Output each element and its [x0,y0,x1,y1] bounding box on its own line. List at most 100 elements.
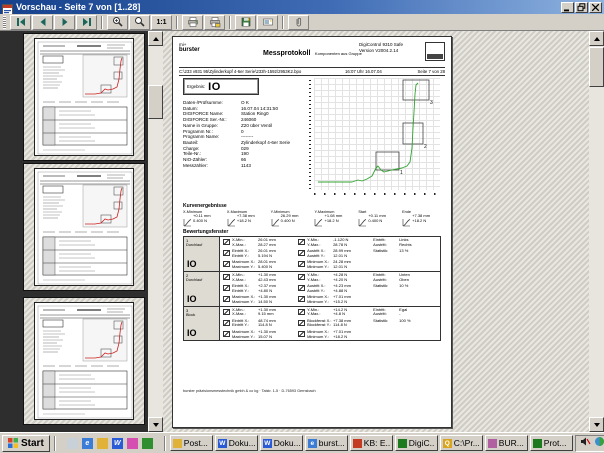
taskbar-task-button[interactable]: W Doku... [215,435,258,451]
next-page-button[interactable] [54,15,75,30]
quick-launch-glyph [97,438,108,449]
quick-launch-glyph [67,438,78,449]
fenster-result: IO [187,328,197,338]
company-logo-box [425,42,445,61]
task-label: BUR... [499,438,524,448]
curve-result-item: X-Maximum +7.38 mm +18.2 N [227,210,268,232]
logo-name: burster [179,47,263,53]
result-label: Ergebnis: [187,84,205,89]
task-icon: Q [443,439,452,448]
quick-launch-icon[interactable] [141,437,154,450]
task-icon [533,439,542,448]
task-label: burst... [319,438,345,448]
document-title: Messprotokoll [263,50,310,57]
fenster-type: Durchlauf [186,278,217,282]
window-title: Vorschau - Seite 7 von [1..28] [16,0,561,14]
zoom-100-button[interactable]: 1:1 [151,15,172,30]
fenster-marker-icon [223,296,230,302]
taskbar-task-button[interactable]: W Doku... [260,435,303,451]
taskbar-task-button[interactable]: DigiC... [395,435,438,451]
window-label: 1 [400,170,403,176]
scrollbar-thumb[interactable] [148,85,163,119]
toolbar-separator [101,16,103,29]
page-thumbnail-1[interactable] [23,33,145,161]
page-thumbnail-2[interactable] [23,163,145,291]
print-button[interactable] [182,15,203,30]
taskbar-task-button[interactable]: Q C:\Pr... [440,435,483,451]
taskbar-task-button[interactable]: KB: E... [350,435,393,451]
scroll-up-button[interactable] [589,31,604,46]
scroll-down-button[interactable] [589,417,604,432]
curve-result-item: Ende +7.38 mm +18.2 N [402,210,443,232]
title-bar: Vorschau - Seite 7 von [1..28] [0,0,604,14]
page-thumbnail-3[interactable] [23,297,145,425]
document-footer: burster präzisionsmesstechnik gmbh & co … [183,389,316,393]
fenster-marker-icon [298,296,305,302]
taskbar-task-button[interactable]: BUR... [485,435,528,451]
start-button[interactable]: Start [2,435,50,452]
taskbar-task-button[interactable]: Prot... [530,435,573,451]
attachment-button[interactable] [288,15,309,30]
fenster-marker-icon [298,309,305,315]
toolbar: 1:1 [0,14,604,31]
fenster-type: Durchlauf [186,243,217,247]
quick-launch-glyph: e [82,438,93,449]
task-icon [488,439,497,448]
quick-launch-icon[interactable] [126,437,139,450]
scroll-up-button[interactable] [148,31,163,46]
field-label: Messzähler: [183,163,241,169]
window-label: 3 [430,100,433,106]
scroll-down-button[interactable] [148,417,163,432]
taskbar-task-button[interactable]: Post... [170,435,213,451]
quick-launch-icon[interactable] [66,437,79,450]
fenster-marker-icon [298,285,305,291]
export-image-button[interactable] [257,15,278,30]
up-arrow-icon [594,37,600,41]
evaluation-windows-title: Bewertungsfenster [183,229,228,235]
task-label: Doku... [229,438,255,448]
scrollbar-thumb[interactable] [589,47,604,87]
task-icon [398,439,407,448]
fenster-marker-icon [298,274,305,280]
thumbnail-page [34,168,134,286]
tray-volume-icon[interactable] [580,434,591,452]
quick-launch-icon[interactable]: W [111,437,124,450]
quick-launch-icon[interactable]: e [81,437,94,450]
fenster-marker-icon [223,250,230,256]
workspace: mi+ burster Messprotokoll Komponenten au… [0,31,604,432]
zoom-in-button[interactable] [107,15,128,30]
quick-launch-bar: e W [66,437,154,450]
zoom-out-button[interactable] [129,15,150,30]
fenster-marker-icon [298,320,305,326]
toolbar-grip[interactable] [3,16,6,29]
taskbar-divider [164,436,166,451]
task-label: Prot... [544,438,567,448]
preview-scrollbar[interactable] [589,31,604,432]
quick-launch-icon[interactable] [96,437,109,450]
minimize-button[interactable] [561,2,574,13]
document-subtitle: Komponenten aus Gruppe [315,51,362,56]
restore-button[interactable] [575,2,588,13]
thumbnail-scrollbar[interactable] [148,31,163,432]
down-arrow-icon [594,423,600,427]
curve-result-v2: 0.400 N [368,219,386,224]
tray-display-icon[interactable] [594,434,604,452]
previous-page-button[interactable] [32,15,53,30]
mini-curve-icon [271,214,280,232]
close-button[interactable] [589,2,602,13]
app-icon [2,2,13,13]
task-icon [353,439,362,448]
print-setup-button[interactable] [204,15,225,30]
task-icon: e [308,439,317,448]
fenster-marker-icon [223,320,230,326]
taskbar-task-button[interactable]: e burst... [305,435,348,451]
mini-curve-icon [402,214,411,232]
document-header: mi+ burster Messprotokoll Komponenten au… [179,42,445,66]
first-page-button[interactable] [10,15,31,30]
task-label: C:\Pr... [454,438,480,448]
y-axis-ticks [309,80,311,190]
save-button[interactable] [235,15,256,30]
thumbnail-page [34,38,134,156]
task-buttons: Post... W Doku... W Doku... e burst... [170,435,573,451]
last-page-button[interactable] [76,15,97,30]
